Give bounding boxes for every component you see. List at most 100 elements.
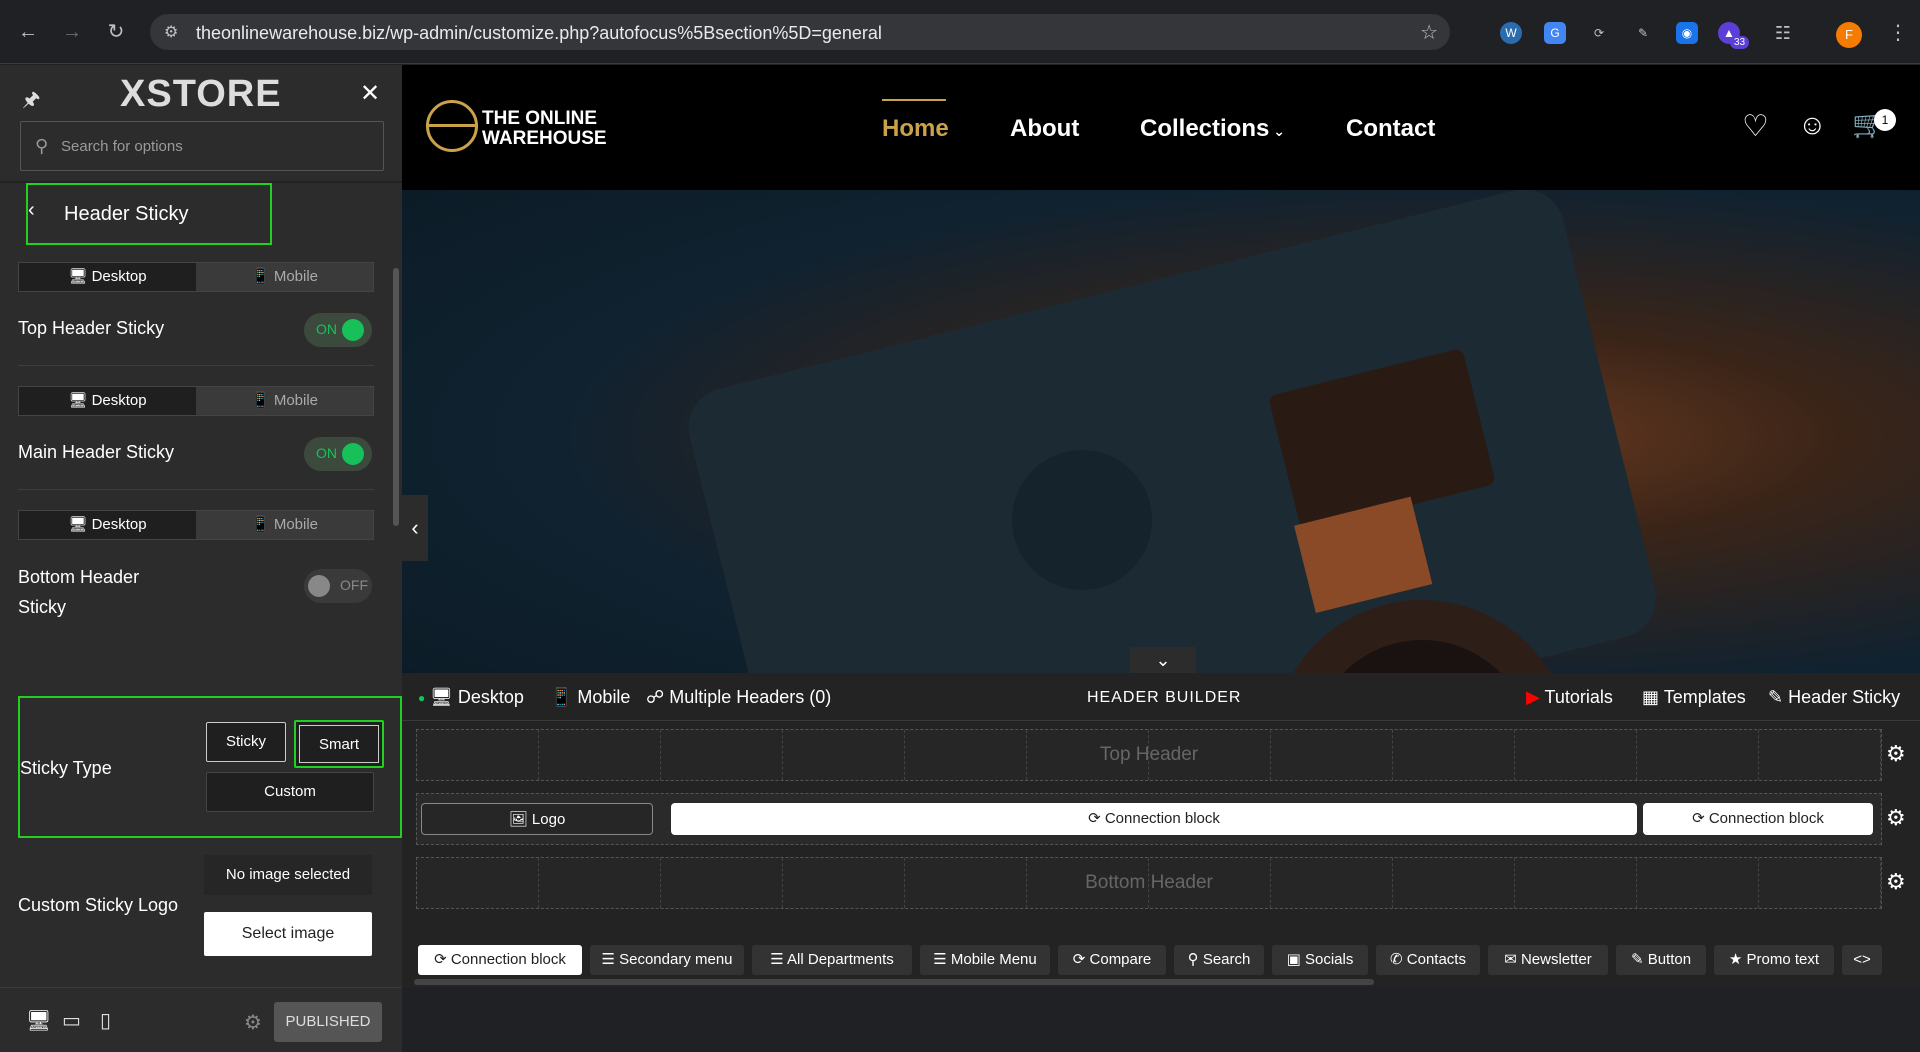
builder-mobile-tab[interactable]: 📱 Mobile xyxy=(550,687,630,708)
main-header-sticky-toggle[interactable]: ON xyxy=(304,437,372,471)
search-box[interactable]: ⚲ xyxy=(20,121,384,171)
menu-item-contact[interactable]: Contact xyxy=(1346,115,1435,143)
tray-item-label: Button xyxy=(1647,951,1692,968)
builder-desktop-tab[interactable]: 🖥 Desktop xyxy=(430,687,524,708)
tray-item-compare[interactable]: ⟳ Compare xyxy=(1058,945,1166,975)
mobile-tab[interactable]: 📱 Mobile xyxy=(196,511,373,539)
bookmark-star-icon[interactable]: ☆ xyxy=(1420,20,1438,45)
site-logo-line xyxy=(426,124,478,127)
header-sticky-link[interactable]: ✎ Header Sticky xyxy=(1768,687,1900,708)
back-chevron-icon[interactable]: ‹ xyxy=(28,199,35,222)
tray-item-label: All Departments xyxy=(787,951,894,968)
mobile-preview-icon[interactable]: ▯ xyxy=(100,1008,111,1033)
tray-more-icon[interactable]: <> xyxy=(1842,945,1882,975)
desktop-tab[interactable]: 🖥 Desktop xyxy=(19,387,196,415)
pin-icon[interactable]: 🖈 xyxy=(22,85,41,119)
tray-item-button[interactable]: ✎ Button xyxy=(1616,945,1706,975)
desktop-label: Desktop xyxy=(91,516,147,533)
reload-icon[interactable]: ↻ xyxy=(104,20,128,44)
tray-scrollbar[interactable] xyxy=(414,979,1374,985)
desktop-tab[interactable]: 🖥 Desktop xyxy=(19,511,196,539)
connection-block-label: Connection block xyxy=(1708,810,1824,827)
address-bar[interactable]: ⚙ theonlinewarehouse.biz/wp-admin/custom… xyxy=(150,14,1450,50)
back-arrow-icon[interactable]: ← xyxy=(16,20,40,44)
menu-item-about[interactable]: About xyxy=(1010,115,1079,143)
multiple-headers-label: Multiple Headers (0) xyxy=(669,687,832,707)
tray-item-promo-text[interactable]: ★ Promo text xyxy=(1714,945,1834,975)
tray-item-mobile-menu[interactable]: ☰ Mobile Menu xyxy=(920,945,1050,975)
forward-arrow-icon[interactable]: → xyxy=(60,20,84,44)
extensions-puzzle-icon[interactable]: ☷ xyxy=(1772,22,1794,44)
wishlist-heart-icon[interactable]: ♡ xyxy=(1742,109,1769,144)
published-button[interactable]: PUBLISHED xyxy=(274,1002,382,1042)
connection-block-center[interactable]: ⟳ Connection block xyxy=(671,803,1637,835)
top-header-sticky-toggle[interactable]: ON xyxy=(304,313,372,347)
tutorials-link[interactable]: ▶ Tutorials xyxy=(1526,687,1613,708)
tray-item-all-departments[interactable]: ☰ All Departments xyxy=(752,945,912,975)
sticky-option-button[interactable]: Sticky xyxy=(206,722,286,762)
bottom-header-sticky-toggle[interactable]: OFF xyxy=(304,569,372,603)
site-info-icon[interactable]: ⚙ xyxy=(164,22,184,42)
tray-item-secondary-menu[interactable]: ☰ Secondary menu xyxy=(590,945,744,975)
tray-item-socials[interactable]: ▣ Socials xyxy=(1272,945,1368,975)
wordpress-extension-icon[interactable]: W xyxy=(1500,22,1522,44)
gear-icon[interactable]: ⚙ xyxy=(244,1010,262,1035)
sticky-type-group: Sticky Type Sticky Smart Custom xyxy=(18,696,402,838)
collapse-sidebar-button[interactable]: ‹ xyxy=(402,495,428,561)
sidebar-footer: 🖥 ▭ ▯ ⚙ PUBLISHED xyxy=(0,987,402,1052)
desktop-tab[interactable]: 🖥 Desktop xyxy=(19,263,196,291)
url-text: theonlinewarehouse.biz/wp-admin/customiz… xyxy=(196,23,882,43)
no-image-placeholder: No image selected xyxy=(204,855,372,895)
active-menu-indicator xyxy=(882,99,946,101)
multiple-headers-button[interactable]: ☍ Multiple Headers (0) xyxy=(646,687,831,708)
account-user-icon[interactable]: ☺ xyxy=(1798,109,1827,141)
screen-capture-extension-icon[interactable]: ◉ xyxy=(1676,22,1698,44)
header-builder: ● 🖥 Desktop 📱 Mobile ☍ Multiple Headers … xyxy=(402,673,1920,987)
top-header-gear-icon[interactable]: ⚙ xyxy=(1886,741,1906,767)
site-header: THE ONLINE WAREHOUSE Home About Collecti… xyxy=(402,65,1920,190)
device-switcher-main: 🖥 Desktop 📱 Mobile xyxy=(18,386,374,416)
translate-extension-icon[interactable]: G xyxy=(1544,22,1566,44)
desktop-label: Desktop xyxy=(91,392,147,409)
sidebar-header: 🖈 XSTORE ✕ ⚲ xyxy=(0,65,402,181)
profile-avatar[interactable]: F xyxy=(1836,22,1862,48)
main-header-row[interactable]: 🖼 Logo ⟳ Connection block ⟳ Connection b… xyxy=(416,793,1882,845)
mobile-tab[interactable]: 📱 Mobile xyxy=(196,263,373,291)
site-logo-text[interactable]: THE ONLINE WAREHOUSE xyxy=(482,109,607,149)
mobile-tab[interactable]: 📱 Mobile xyxy=(196,387,373,415)
tray-item-newsletter[interactable]: ✉ Newsletter xyxy=(1488,945,1608,975)
select-image-button[interactable]: Select image xyxy=(204,912,372,956)
logo-block[interactable]: 🖼 Logo xyxy=(421,803,653,835)
menu-item-home[interactable]: Home xyxy=(882,115,949,143)
eyedropper-extension-icon[interactable]: ✎ xyxy=(1632,22,1654,44)
sync-extension-icon[interactable]: ⟳ xyxy=(1588,22,1610,44)
smart-option-label: Smart xyxy=(299,725,379,763)
divider xyxy=(18,489,374,490)
tray-item-search[interactable]: ⚲ Search xyxy=(1174,945,1264,975)
browser-menu-icon[interactable]: ⋮ xyxy=(1888,20,1908,45)
sticky-type-label: Sticky Type xyxy=(20,758,112,778)
section-title-header-sticky[interactable]: ‹ Header Sticky xyxy=(26,183,272,245)
search-input[interactable] xyxy=(55,122,375,170)
tablet-preview-icon[interactable]: ▭ xyxy=(62,1008,81,1033)
builder-mobile-label: Mobile xyxy=(577,687,631,707)
menu-item-collections[interactable]: Collections ⌄ xyxy=(1140,115,1285,143)
top-header-row[interactable]: Top Header xyxy=(416,729,1882,781)
smart-option-button[interactable]: Smart xyxy=(294,720,384,768)
custom-option-button[interactable]: Custom xyxy=(206,772,374,812)
tray-item-label: Compare xyxy=(1089,951,1152,968)
sidebar-scrollbar[interactable] xyxy=(393,268,399,526)
tray-item-label: Promo text xyxy=(1746,951,1820,968)
tray-item-contacts[interactable]: ✆ Contacts xyxy=(1376,945,1480,975)
device-switcher-bottom: 🖥 Desktop 📱 Mobile xyxy=(18,510,374,540)
connection-block-right[interactable]: ⟳ Connection block xyxy=(1643,803,1873,835)
templates-link[interactable]: ▦ Templates xyxy=(1642,687,1746,708)
toggle-knob xyxy=(342,319,364,341)
main-header-gear-icon[interactable]: ⚙ xyxy=(1886,805,1906,831)
desktop-preview-icon[interactable]: 🖥 xyxy=(26,1008,51,1033)
tray-item-connection-block[interactable]: ⟳ Connection block xyxy=(418,945,582,975)
close-icon[interactable]: ✕ xyxy=(360,79,380,108)
tray-item-label: Connection block xyxy=(450,951,566,968)
bottom-header-row[interactable]: Bottom Header xyxy=(416,857,1882,909)
bottom-header-gear-icon[interactable]: ⚙ xyxy=(1886,869,1906,895)
